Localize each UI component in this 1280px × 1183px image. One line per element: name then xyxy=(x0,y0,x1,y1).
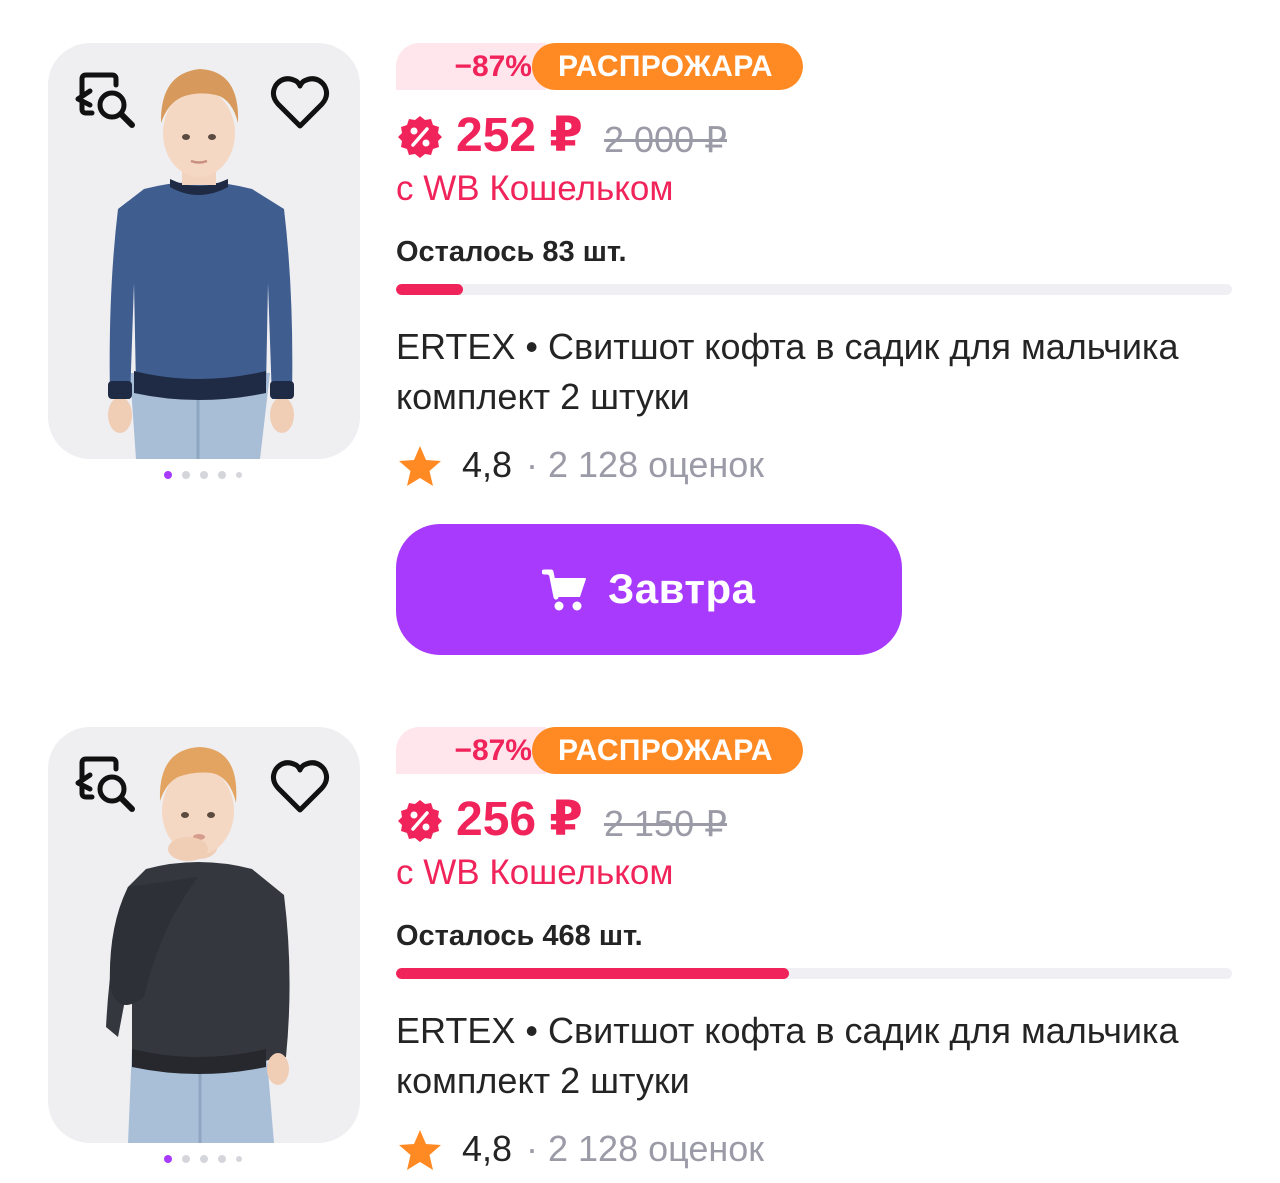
discount-label: −87% xyxy=(396,727,546,774)
reviews-count[interactable]: 2 128 оценок xyxy=(548,443,764,487)
pager-dot xyxy=(218,471,226,479)
sale-label: РАСПРОЖАРА xyxy=(532,43,803,90)
pager-dot-active xyxy=(164,471,172,479)
stock-bar xyxy=(396,968,1232,979)
old-price: 2 000 ₽ xyxy=(604,119,727,160)
product-title[interactable]: ERTEX • Свитшот кофта в садик для мальчи… xyxy=(396,1006,1246,1106)
stock-remaining: Осталось 83 шт. xyxy=(396,236,627,268)
add-to-cart-button[interactable]: Завтра xyxy=(396,524,902,655)
pager-dot xyxy=(182,1155,190,1163)
product-photo[interactable] xyxy=(48,43,360,459)
product-title[interactable]: ERTEX • Свитшот кофта в садик для мальчи… xyxy=(396,322,1246,422)
rating-separator: · xyxy=(526,444,538,485)
pager-dot xyxy=(200,471,208,479)
rating-value: 4,8 xyxy=(462,444,513,485)
wb-wallet-badge-icon xyxy=(398,800,442,842)
find-similar-icon[interactable] xyxy=(74,753,138,817)
photo-pager xyxy=(164,470,254,480)
heart-icon[interactable] xyxy=(268,71,332,135)
pager-dot xyxy=(182,471,190,479)
pager-dot xyxy=(236,472,242,478)
rating-value: 4,8 xyxy=(462,1128,513,1169)
cart-icon xyxy=(542,569,586,611)
current-price: 256 ₽ xyxy=(456,793,583,846)
pager-dot xyxy=(236,1156,242,1162)
heart-icon[interactable] xyxy=(268,755,332,819)
photo-pager xyxy=(164,1154,254,1164)
sale-badge: −87% РАСПРОЖАРА xyxy=(396,43,803,90)
sale-label: РАСПРОЖАРА xyxy=(532,727,803,774)
pager-dot-active xyxy=(164,1155,172,1163)
delivery-label: Завтра xyxy=(608,565,756,612)
old-price: 2 150 ₽ xyxy=(604,803,727,844)
star-icon xyxy=(399,1130,441,1170)
rating-separator: · xyxy=(526,1128,538,1169)
product-photo[interactable] xyxy=(48,727,360,1143)
stock-bar-fill xyxy=(396,968,789,979)
wb-wallet-badge-icon xyxy=(398,116,442,158)
find-similar-icon[interactable] xyxy=(74,69,138,133)
discount-label: −87% xyxy=(396,43,546,90)
stock-remaining: Осталось 468 шт. xyxy=(396,920,643,952)
stock-bar-fill xyxy=(396,284,463,295)
wallet-note: с WB Кошельком xyxy=(396,169,674,208)
pager-dot xyxy=(200,1155,208,1163)
wallet-note: с WB Кошельком xyxy=(396,853,674,892)
sale-badge: −87% РАСПРОЖАРА xyxy=(396,727,803,774)
stock-bar xyxy=(396,284,1232,295)
current-price: 252 ₽ xyxy=(456,109,583,162)
pager-dot xyxy=(218,1155,226,1163)
star-icon xyxy=(399,446,441,486)
reviews-count[interactable]: 2 128 оценок xyxy=(548,1127,764,1171)
